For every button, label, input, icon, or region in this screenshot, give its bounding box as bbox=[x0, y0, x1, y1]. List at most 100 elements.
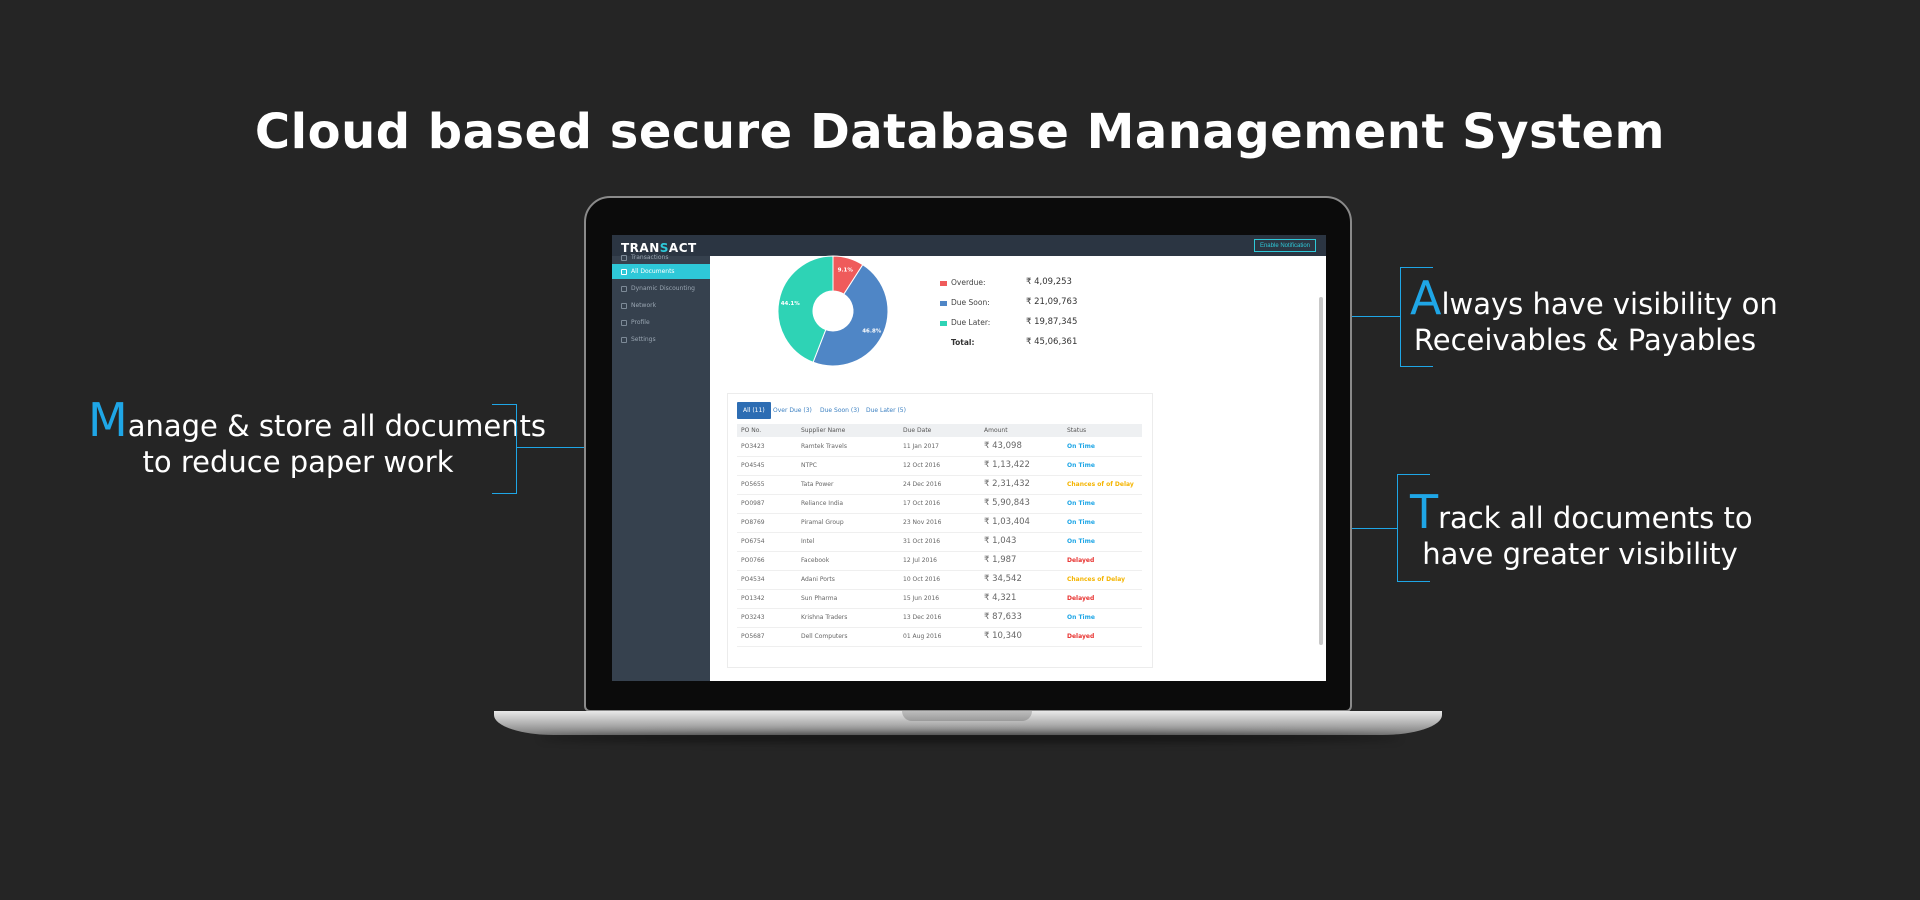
sidebar-item-label: Dynamic Discounting bbox=[631, 285, 695, 292]
cell-status: On Time bbox=[1067, 462, 1095, 469]
laptop-shadow bbox=[540, 734, 1400, 742]
table-row[interactable]: PO4545 NTPC 12 Oct 2016 ₹ 1,13,422 On Time bbox=[737, 456, 1142, 476]
column-header-po-no[interactable]: PO No. bbox=[741, 424, 761, 437]
callout-bracket-right-bottom bbox=[1397, 474, 1430, 582]
tab-due-soon[interactable]: Due Soon (3) bbox=[814, 402, 865, 419]
legend-value: ₹ 21,09,763 bbox=[1026, 297, 1078, 307]
cell-supplier-name: Sun Pharma bbox=[801, 595, 838, 602]
table-row[interactable]: PO5687 Dell Computers 01 Aug 2016 ₹ 10,340 D… bbox=[737, 627, 1142, 647]
sidebar-item-transactions[interactable]: Transactions bbox=[612, 250, 710, 265]
discount-icon bbox=[621, 285, 627, 292]
cell-due-date: 13 Dec 2016 bbox=[903, 614, 942, 621]
table-row[interactable]: PO4534 Adani Ports 10 Oct 2016 ₹ 34,542 Chan… bbox=[737, 570, 1142, 590]
app-header: TRANSACT Enable Notification bbox=[612, 235, 1326, 256]
cell-status: On Time bbox=[1067, 500, 1095, 507]
cell-amount: ₹ 87,633 bbox=[984, 612, 1022, 622]
sidebar-item-dynamic-discounting[interactable]: Dynamic Discounting bbox=[612, 281, 710, 296]
cell-po-number: PO0987 bbox=[741, 500, 765, 507]
legend-label: Due Soon: bbox=[951, 298, 990, 307]
legend-swatch-due-soon bbox=[940, 301, 947, 306]
cell-supplier-name: Tata Power bbox=[801, 481, 834, 488]
cell-status: On Time bbox=[1067, 538, 1095, 545]
cell-due-date: 12 Jul 2016 bbox=[903, 557, 937, 564]
sidebar-item-network[interactable]: Network bbox=[612, 298, 710, 313]
callout-bracket-left bbox=[492, 404, 517, 494]
cell-supplier-name: Dell Computers bbox=[801, 633, 848, 640]
cell-supplier-name: NTPC bbox=[801, 462, 817, 469]
cell-status: Chances of of Delay bbox=[1067, 481, 1134, 488]
cell-po-number: PO4545 bbox=[741, 462, 765, 469]
sidebar-item-settings[interactable]: Settings bbox=[612, 332, 710, 347]
cell-due-date: 31 Oct 2016 bbox=[903, 538, 941, 545]
table-row[interactable]: PO8769 Piramal Group 23 Nov 2016 ₹ 1,03,404… bbox=[737, 513, 1142, 533]
legend-label: Due Later: bbox=[951, 318, 991, 327]
cell-amount: ₹ 1,13,422 bbox=[984, 460, 1030, 470]
transactions-icon bbox=[621, 254, 627, 261]
cell-due-date: 12 Oct 2016 bbox=[903, 462, 941, 469]
column-header-amount[interactable]: Amount bbox=[984, 424, 1008, 437]
callout-line2: to reduce paper work bbox=[142, 445, 454, 479]
cell-supplier-name: Krishna Traders bbox=[801, 614, 848, 621]
table-header: PO No. Supplier Name Due Date Amount Status bbox=[737, 424, 1142, 437]
donut-chart-svg: 9.1% 46.8% 44.1% bbox=[777, 255, 889, 367]
pie-label-due-later: 44.1% bbox=[781, 301, 801, 307]
table-row[interactable]: PO3423 Ramtek Travels 11 Jan 2017 ₹ 43,098 O… bbox=[737, 437, 1142, 457]
cell-amount: ₹ 1,043 bbox=[984, 536, 1017, 546]
cell-supplier-name: Reliance India bbox=[801, 500, 844, 507]
callout-line1: rack all documents to bbox=[1438, 501, 1753, 535]
laptop-notch bbox=[902, 711, 1032, 721]
enable-notification-button[interactable]: Enable Notification bbox=[1253, 239, 1316, 252]
table-row[interactable]: PO6754 Intel 31 Oct 2016 ₹ 1,043 On Time bbox=[737, 532, 1142, 552]
hero-title: Cloud based secure Database Management S… bbox=[254, 104, 1666, 160]
cell-amount: ₹ 43,098 bbox=[984, 441, 1022, 451]
callout-visibility-receivables: Always have visibility on Receivables & … bbox=[1410, 275, 1778, 358]
cell-status: On Time bbox=[1067, 443, 1095, 450]
cell-status: Delayed bbox=[1067, 557, 1095, 564]
cell-amount: ₹ 10,340 bbox=[984, 631, 1022, 641]
documents-panel: All (11) Over Due (3) Due Soon (3) Due Late… bbox=[727, 393, 1153, 668]
cell-supplier-name: Ramtek Travels bbox=[801, 443, 847, 450]
tab-all[interactable]: All (11) bbox=[737, 402, 771, 419]
tab-over-due[interactable]: Over Due (3) bbox=[767, 402, 818, 419]
sidebar-item-label: Transactions bbox=[631, 254, 669, 261]
table-row[interactable]: PO0987 Reliance India 17 Oct 2016 ₹ 5,90,84… bbox=[737, 494, 1142, 514]
legend-value: ₹ 19,87,345 bbox=[1026, 317, 1078, 327]
legend-value: ₹ 4,09,253 bbox=[1026, 277, 1072, 287]
legend-overdue: Overdue: ₹ 4,09,253 bbox=[940, 277, 1100, 290]
callout-bracket-right-top bbox=[1400, 267, 1433, 367]
cell-due-date: 23 Nov 2016 bbox=[903, 519, 942, 526]
cell-amount: ₹ 5,90,843 bbox=[984, 498, 1030, 508]
cell-supplier-name: Adani Ports bbox=[801, 576, 835, 583]
legend-swatch-due-later bbox=[940, 321, 947, 326]
cell-amount: ₹ 1,987 bbox=[984, 555, 1017, 565]
column-header-due-date[interactable]: Due Date bbox=[903, 424, 931, 437]
tab-due-later[interactable]: Due Later (5) bbox=[860, 402, 912, 419]
callout-line2: Receivables & Payables bbox=[1413, 323, 1757, 357]
cell-due-date: 15 Jun 2016 bbox=[903, 595, 940, 602]
scrollbar[interactable] bbox=[1319, 297, 1323, 645]
cell-po-number: PO6754 bbox=[741, 538, 765, 545]
cell-po-number: PO3423 bbox=[741, 443, 765, 450]
sidebar-item-label: Network bbox=[631, 302, 657, 309]
cell-amount: ₹ 34,542 bbox=[984, 574, 1022, 584]
table-row[interactable]: PO5655 Tata Power 24 Dec 2016 ₹ 2,31,432 Cha… bbox=[737, 475, 1142, 495]
sidebar-item-profile[interactable]: Profile bbox=[612, 315, 710, 330]
cell-po-number: PO8769 bbox=[741, 519, 765, 526]
legend-swatch-overdue bbox=[940, 281, 947, 286]
cell-po-number: PO5655 bbox=[741, 481, 765, 488]
column-header-status[interactable]: Status bbox=[1067, 424, 1086, 437]
sidebar-item-all-documents[interactable]: All Documents bbox=[612, 264, 710, 279]
pie-label-overdue: 9.1% bbox=[838, 267, 854, 273]
table-row[interactable]: PO3243 Krishna Traders 13 Dec 2016 ₹ 87,633… bbox=[737, 608, 1142, 628]
table-row[interactable]: PO1342 Sun Pharma 15 Jun 2016 ₹ 4,321 Delaye… bbox=[737, 589, 1142, 609]
network-icon bbox=[621, 302, 627, 309]
callout-track-documents: Track all documents to have greater visi… bbox=[1410, 489, 1753, 572]
sidebar-item-label: Profile bbox=[631, 319, 650, 326]
legend-total: Total: ₹ 45,06,361 bbox=[940, 337, 1100, 350]
column-header-supplier-name[interactable]: Supplier Name bbox=[801, 424, 845, 437]
cell-supplier-name: Piramal Group bbox=[801, 519, 844, 526]
table-row[interactable]: PO0766 Facebook 12 Jul 2016 ₹ 1,987 Delayed bbox=[737, 551, 1142, 571]
cell-due-date: 11 Jan 2017 bbox=[903, 443, 939, 450]
cell-supplier-name: Intel bbox=[801, 538, 815, 545]
settings-icon bbox=[621, 336, 627, 343]
